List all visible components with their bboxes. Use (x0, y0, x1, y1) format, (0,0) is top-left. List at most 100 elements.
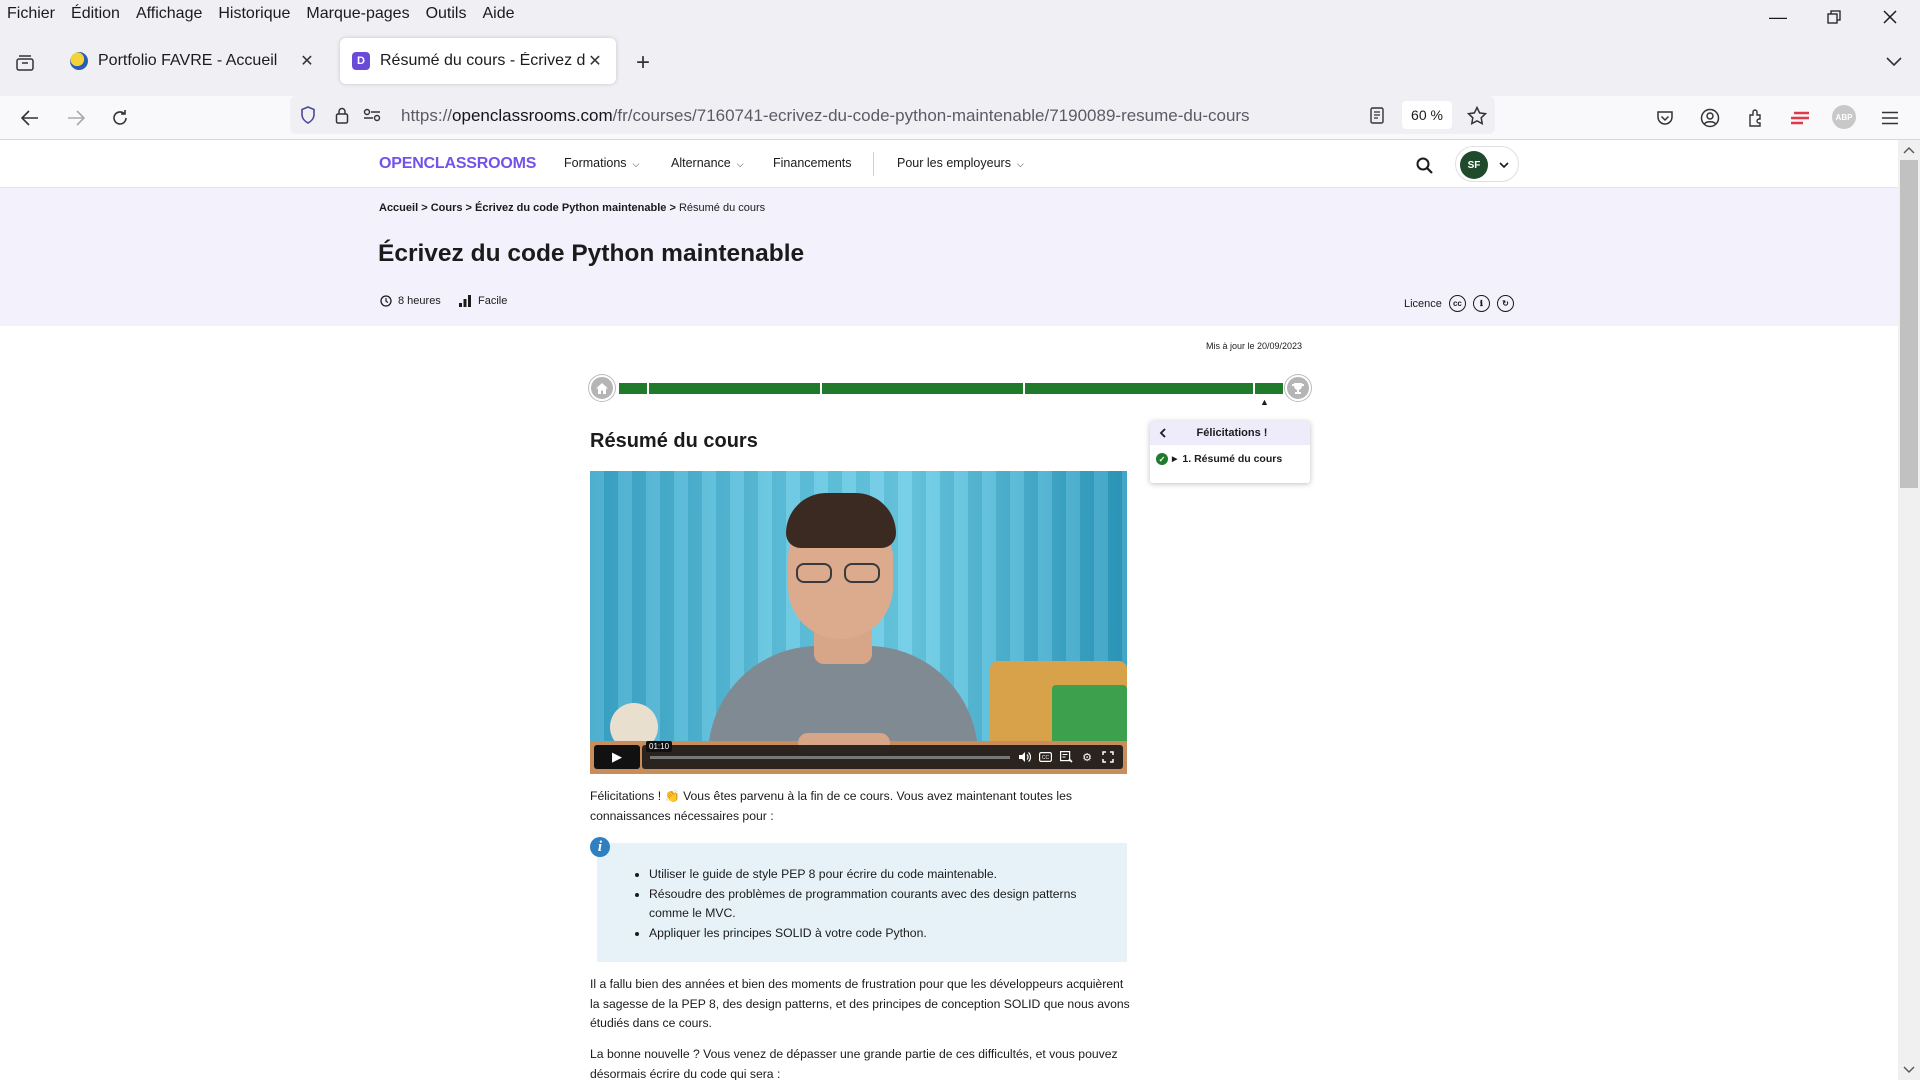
skills-list: Utiliser le guide de style PEP 8 pour éc… (649, 865, 1109, 943)
breadcrumb-accueil[interactable]: Accueil (379, 202, 418, 214)
nav-pour-les-employeurs[interactable]: Pour les employeurs ⌵ (897, 156, 1024, 170)
close-tab-icon[interactable]: ✕ (586, 51, 604, 71)
level-text: Facile (478, 295, 508, 307)
menu-marque-pages[interactable]: Marque-pages (298, 5, 417, 23)
reload-icon[interactable] (106, 104, 134, 132)
nav-alternance[interactable]: Alternance ⌵ (671, 156, 744, 170)
avatar: SF (1460, 151, 1488, 179)
nav-label: Financements (773, 156, 852, 170)
search-icon[interactable] (1413, 154, 1435, 176)
trophy-icon[interactable] (1285, 375, 1311, 401)
page-viewport: OPENCLASSROOMS Formations ⌵ Alternance ⌵ F… (0, 140, 1898, 1080)
account-menu-button[interactable]: SF (1455, 146, 1519, 182)
shield-icon[interactable] (296, 103, 320, 127)
updated-date: Mis à jour le 20/09/2023 (1206, 341, 1303, 351)
openclassrooms-logo[interactable]: OPENCLASSROOMS (379, 155, 536, 173)
tab-portfolio[interactable]: Portfolio FAVRE - Accueil ✕ (58, 38, 328, 84)
chapter-title: Résumé du cours (590, 430, 758, 452)
url-path: /fr/courses/7160741-ecrivez-du-code-pyth… (612, 106, 1250, 125)
breadcrumb-separator: > (465, 202, 472, 214)
account-icon[interactable] (1696, 104, 1724, 132)
breadcrumb: Accueil > Cours > Écrivez du code Python… (379, 202, 765, 214)
breadcrumb-course[interactable]: Écrivez du code Python maintenable (475, 202, 666, 214)
lock-icon[interactable] (330, 103, 354, 127)
licence-label: Licence (1404, 297, 1442, 310)
info-icon: i (590, 837, 610, 857)
volume-icon[interactable] (1016, 749, 1032, 765)
permissions-icon[interactable] (360, 103, 384, 127)
play-icon[interactable]: ▶ (594, 745, 640, 769)
difficulty-bars-icon (459, 295, 471, 307)
list-item: Utiliser le guide de style PEP 8 pour éc… (649, 865, 1109, 885)
bookmark-star-icon[interactable] (1464, 102, 1490, 128)
transcript-icon[interactable] (1058, 749, 1074, 765)
progress-segment[interactable] (1025, 383, 1253, 394)
video-presenter-hair (786, 493, 896, 548)
site-header: OPENCLASSROOMS Formations ⌵ Alternance ⌵ F… (0, 140, 1898, 188)
nav-label: Pour les employeurs (897, 156, 1011, 170)
chapter-toc-popup: Félicitations ! ✓ ▶ 1. Résumé du cours (1150, 421, 1310, 483)
progress-segment[interactable] (822, 383, 1023, 394)
share-alike-icon: ↻ (1496, 295, 1514, 312)
video-player[interactable]: ▶ 01:10 CC ⚙ (590, 471, 1127, 774)
tab-resume-du-cours[interactable]: D Résumé du cours - Écrivez du c ✕ (340, 38, 616, 84)
back-icon[interactable] (16, 104, 44, 132)
chevron-left-icon[interactable] (1150, 428, 1174, 438)
adblock-plus-icon[interactable]: ABP (1832, 105, 1856, 129)
tab-bar: Portfolio FAVRE - Accueil ✕ D Résumé du … (0, 28, 1920, 96)
creative-commons-icon: cc (1448, 295, 1466, 312)
scroll-down-icon[interactable] (1898, 1062, 1920, 1076)
progress-segment-current[interactable] (1255, 383, 1283, 394)
nav-formations[interactable]: Formations ⌵ (564, 156, 639, 170)
menu-edition[interactable]: Édition (63, 5, 128, 23)
extensions-icon[interactable] (1742, 104, 1770, 132)
video-control-bar: 01:10 CC ⚙ (642, 741, 1123, 769)
video-seek-bar[interactable]: 01:10 (646, 741, 1010, 759)
pocket-icon[interactable] (1651, 104, 1679, 132)
scrollbar-thumb[interactable] (1900, 160, 1918, 488)
home-icon[interactable] (589, 375, 615, 401)
portfolio-favicon-icon (70, 52, 88, 70)
svg-text:CC: CC (1041, 755, 1049, 761)
menu-historique[interactable]: Historique (210, 5, 298, 23)
settings-gear-icon[interactable]: ⚙ (1079, 749, 1095, 765)
course-licence[interactable]: Licence cc ℹ ↻ (1404, 295, 1514, 312)
duration-text: 8 heures (398, 295, 441, 307)
forward-icon[interactable] (62, 104, 90, 132)
breadcrumb-separator: > (669, 202, 676, 214)
toc-item[interactable]: ✓ ▶ 1. Résumé du cours (1150, 445, 1310, 465)
fullscreen-icon[interactable] (1100, 749, 1116, 765)
course-progress-bar: ▲ (589, 375, 1311, 407)
close-tab-icon[interactable]: ✕ (298, 51, 316, 71)
hamburger-menu-icon[interactable] (1876, 104, 1904, 132)
reader-view-icon[interactable] (1365, 103, 1389, 127)
chevron-down-icon[interactable] (1882, 50, 1906, 74)
tab-list-icon[interactable] (12, 50, 38, 76)
url-bar[interactable]: https://openclassrooms.com/fr/courses/71… (290, 96, 1495, 134)
menu-affichage[interactable]: Affichage (128, 5, 210, 23)
menu-fichier[interactable]: Fichier (0, 5, 63, 23)
captions-icon[interactable]: CC (1037, 749, 1053, 765)
video-presenter-glasses (796, 563, 884, 583)
progress-segment[interactable] (649, 383, 820, 394)
course-duration: 8 heures (380, 295, 441, 307)
scroll-up-icon[interactable] (1898, 144, 1920, 158)
clock-icon (380, 295, 392, 307)
course-hero: Accueil > Cours > Écrivez du code Python… (0, 188, 1898, 326)
progress-segment[interactable] (619, 383, 647, 394)
nav-financements[interactable]: Financements (773, 156, 852, 170)
new-tab-icon[interactable]: + (628, 48, 658, 78)
url-text[interactable]: https://openclassrooms.com/fr/courses/71… (401, 106, 1250, 126)
zoom-level-button[interactable]: 60 % (1402, 101, 1452, 129)
intro-paragraph: Félicitations ! 👏 Vous êtes parvenu à la… (590, 789, 1072, 823)
menu-aide[interactable]: Aide (474, 5, 522, 23)
toc-header: Félicitations ! (1150, 421, 1310, 445)
breadcrumb-cours[interactable]: Cours (431, 202, 463, 214)
video-time-tooltip: 01:10 (646, 741, 673, 752)
nav-divider (873, 152, 874, 176)
url-scheme: https:// (401, 106, 453, 125)
red-stripes-extension-icon[interactable] (1786, 104, 1814, 132)
menu-outils[interactable]: Outils (418, 5, 475, 23)
breadcrumb-current: Résumé du cours (678, 202, 766, 214)
paragraph: La bonne nouvelle ? Vous venez de dépass… (590, 1047, 1118, 1080)
